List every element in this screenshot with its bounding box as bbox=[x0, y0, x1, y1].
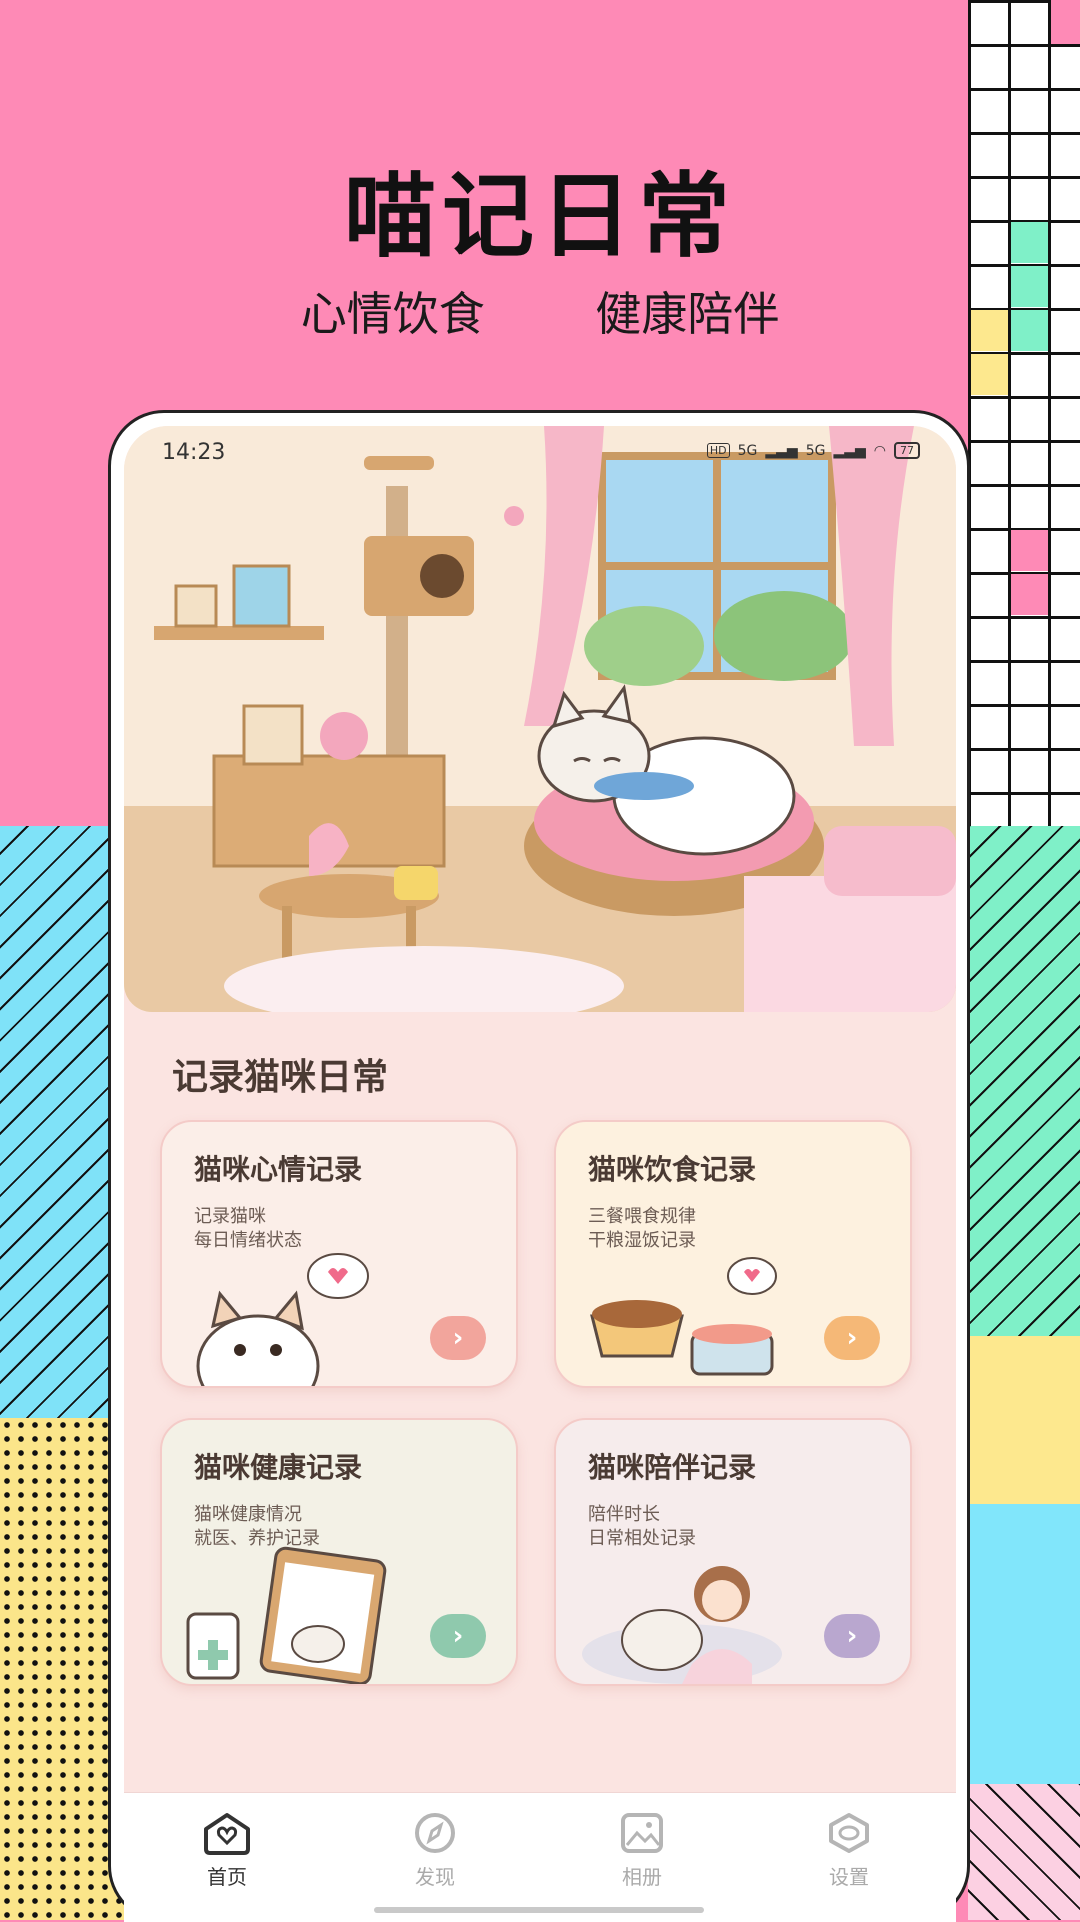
tab-label: 首页 bbox=[207, 1865, 247, 1889]
status-time: 14:23 bbox=[162, 440, 226, 465]
hero-illustration bbox=[124, 426, 956, 1012]
card-title: 猫咪饮食记录 bbox=[588, 1153, 757, 1186]
girl-hugging-cat-icon bbox=[582, 1566, 782, 1684]
tab-home[interactable]: 首页 bbox=[172, 1811, 282, 1890]
image-icon bbox=[621, 1813, 663, 1853]
heart-home-icon bbox=[204, 1813, 250, 1855]
card-title: 猫咪健康记录 bbox=[194, 1451, 363, 1484]
section-title: 记录猫咪日常 bbox=[172, 1057, 389, 1098]
medical-clipboard-icon bbox=[186, 1546, 387, 1684]
promo-subline-left: 心情饮食 bbox=[300, 287, 485, 341]
decor-grid-pattern bbox=[968, 0, 1080, 826]
decor-yellow-block bbox=[968, 1336, 1080, 1504]
food-bowl-icon bbox=[590, 1257, 777, 1376]
status-bar: 14:23 HD 5G ▂▃▅ 5G ▂▃▅ ◠ 77 bbox=[124, 426, 956, 476]
promo-subline-right: 健康陪伴 bbox=[595, 287, 780, 341]
promo-subline: 心情饮食 健康陪伴 bbox=[0, 278, 1080, 344]
settings-eye-icon bbox=[829, 1813, 869, 1853]
decor-stripes-right bbox=[968, 826, 1080, 1336]
tab-label: 设置 bbox=[829, 1865, 869, 1889]
tab-settings[interactable]: 设置 bbox=[794, 1811, 904, 1890]
go-arrow-button[interactable]: › bbox=[430, 1316, 486, 1360]
go-arrow-button[interactable]: › bbox=[824, 1614, 880, 1658]
card-title: 猫咪心情记录 bbox=[194, 1153, 363, 1186]
card-desc-line: 记录猫咪 bbox=[194, 1206, 266, 1227]
decor-pink-stripes bbox=[968, 1784, 1080, 1920]
promo-headline: 喵记日常 bbox=[343, 163, 736, 270]
card-companion-record[interactable]: 猫咪陪伴记录 陪伴时长 日常相处记录 › bbox=[554, 1418, 912, 1686]
compass-icon bbox=[415, 1813, 455, 1853]
bottom-tab-bar: 首页 发现 相册 设置 bbox=[124, 1792, 956, 1922]
go-arrow-button[interactable]: › bbox=[430, 1614, 486, 1658]
network-5g-1: 5G bbox=[737, 442, 758, 459]
app-screen: 14:23 HD 5G ▂▃▅ 5G ▂▃▅ ◠ 77 记录猫咪日常 猫咪心情记… bbox=[124, 426, 956, 1922]
status-icons: HD 5G ▂▃▅ 5G ▂▃▅ ◠ 77 bbox=[706, 442, 920, 459]
signal-icon: ▂▃▅ bbox=[765, 442, 798, 459]
signal-icon: ▂▃▅ bbox=[833, 442, 866, 459]
hd-icon: HD bbox=[706, 443, 730, 458]
go-arrow-button[interactable]: › bbox=[824, 1316, 880, 1360]
network-5g-2: 5G bbox=[805, 442, 826, 459]
card-desc-line: 三餐喂食规律 bbox=[588, 1206, 696, 1227]
wifi-icon: ◠ bbox=[873, 442, 886, 459]
tab-label: 相册 bbox=[622, 1865, 662, 1889]
decor-blue-block bbox=[968, 1504, 1080, 1784]
cat-with-heart-icon bbox=[196, 1253, 369, 1386]
tab-album[interactable]: 相册 bbox=[587, 1811, 697, 1890]
tab-discover[interactable]: 发现 bbox=[380, 1811, 490, 1890]
card-desc-line: 陪伴时长 bbox=[588, 1504, 660, 1525]
card-diet-record[interactable]: 猫咪饮食记录 三餐喂食规律 干粮湿饭记录 › bbox=[554, 1120, 912, 1388]
card-mood-record[interactable]: 猫咪心情记录 记录猫咪 每日情绪状态 › bbox=[160, 1120, 518, 1388]
battery-icon: 77 bbox=[894, 442, 920, 459]
card-title: 猫咪陪伴记录 bbox=[588, 1451, 757, 1484]
card-desc-line: 猫咪健康情况 bbox=[194, 1504, 302, 1525]
card-health-record[interactable]: 猫咪健康记录 猫咪健康情况 就医、养护记录 › bbox=[160, 1418, 518, 1686]
tab-label: 发现 bbox=[415, 1865, 455, 1889]
home-indicator bbox=[374, 1907, 704, 1913]
